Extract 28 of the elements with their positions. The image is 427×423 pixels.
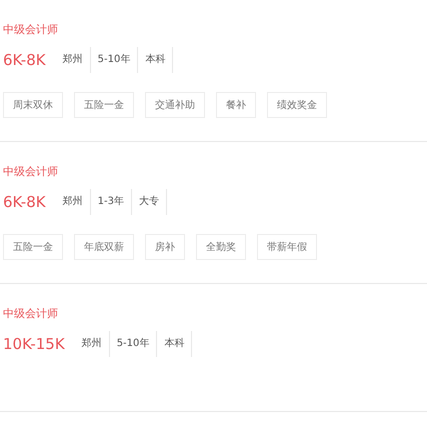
benefit-tag: 五险一金 bbox=[74, 92, 134, 118]
job-card[interactable]: 中级会计师 10K-15K 郑州 5-10年 本科 bbox=[0, 284, 427, 412]
salary-range: 10K-15K bbox=[3, 335, 65, 353]
job-requirement: 本科 bbox=[138, 47, 174, 73]
benefit-tag: 带薪年假 bbox=[257, 234, 317, 260]
benefit-tag: 周末双休 bbox=[3, 92, 63, 118]
job-requirement: 5-10年 bbox=[110, 331, 158, 357]
job-requirement: 1-3年 bbox=[90, 189, 132, 215]
job-requirement: 郑州 bbox=[74, 331, 110, 357]
benefit-tag: 绩效奖金 bbox=[267, 92, 327, 118]
job-title[interactable]: 中级会计师 bbox=[3, 306, 427, 322]
benefit-tag: 年底双薪 bbox=[74, 234, 134, 260]
job-title[interactable]: 中级会计师 bbox=[3, 164, 427, 180]
job-requirement: 郑州 bbox=[56, 47, 91, 73]
job-requirement: 本科 bbox=[157, 331, 192, 357]
job-requirement: 郑州 bbox=[56, 189, 91, 215]
job-card[interactable]: 中级会计师 6K-8K 郑州 5-10年 本科 周末双休 五险一金 交通补助 餐补 绩效奖金 bbox=[0, 0, 427, 142]
benefit-tag: 餐补 bbox=[216, 92, 256, 118]
benefit-tag: 交通补助 bbox=[145, 92, 205, 118]
job-requirement: 5-10年 bbox=[90, 47, 138, 73]
job-title[interactable]: 中级会计师 bbox=[3, 22, 427, 38]
job-card[interactable]: 中级会计师 6K-8K 郑州 1-3年 大专 五险一金 年底双薪 房补 全勤奖 带薪年假 bbox=[0, 142, 427, 284]
job-requirement: 大专 bbox=[132, 189, 167, 215]
salary-range: 6K-8K bbox=[3, 193, 46, 211]
benefit-tag: 全勤奖 bbox=[196, 234, 246, 260]
benefit-tag: 房补 bbox=[145, 234, 185, 260]
salary-range: 6K-8K bbox=[3, 51, 46, 69]
benefit-tag: 五险一金 bbox=[3, 234, 63, 260]
